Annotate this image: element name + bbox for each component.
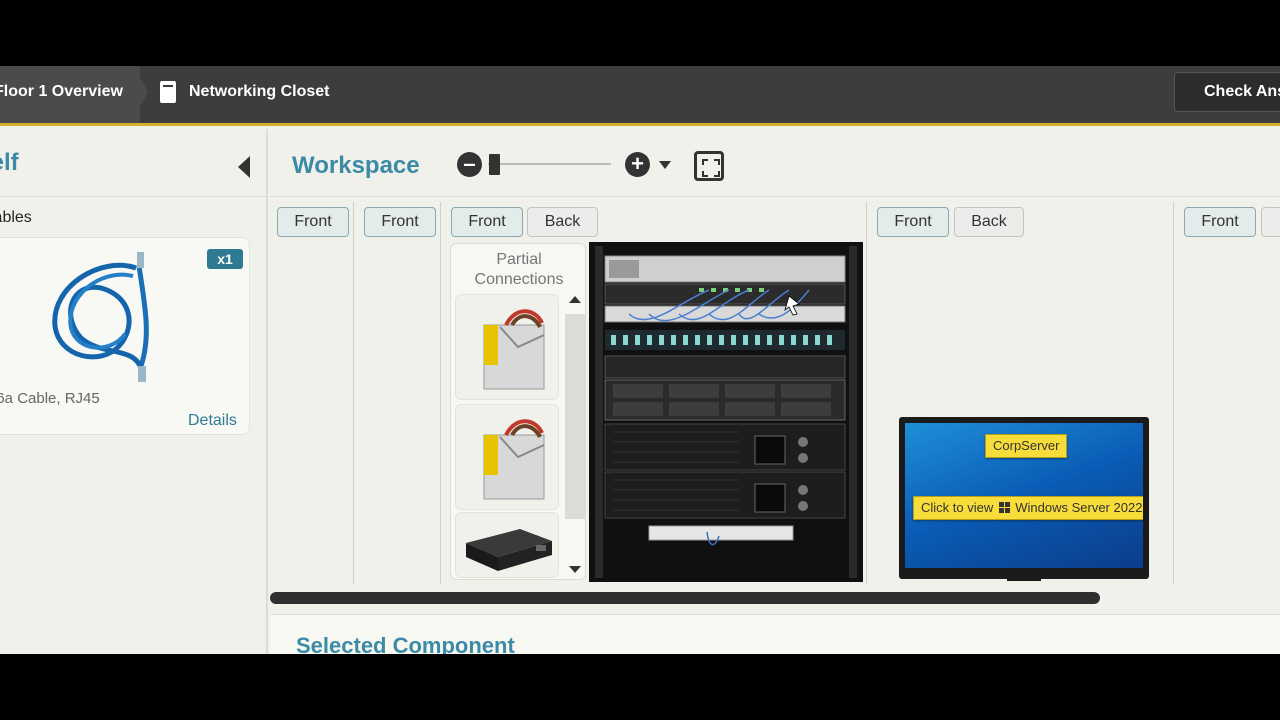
shelf-item-name: Cat6a Cable, RJ45 [0, 390, 100, 407]
partial-connections-title: Partial Connections [474, 251, 564, 288]
collapse-shelf-icon[interactable] [238, 156, 250, 178]
partial-connections-panel: Partial Connections [450, 243, 586, 580]
zoom-slider-thumb[interactable] [489, 154, 500, 175]
partial-connections-scrollbar[interactable] [564, 294, 586, 580]
os-name: Windows Server 2022 [1015, 500, 1143, 515]
back-view-button[interactable] [1261, 207, 1280, 237]
monitor-screen[interactable]: CorpServer Click to view Windows Server 2… [905, 423, 1143, 568]
hostname-tag[interactable]: CorpServer [985, 434, 1068, 458]
zoom-out-icon[interactable]: – [457, 152, 482, 177]
monitor-stand [1007, 577, 1041, 581]
front-view-button[interactable]: Front [877, 207, 949, 237]
windows-logo-icon [999, 502, 1011, 513]
scroll-track[interactable] [565, 314, 585, 519]
shelf-item-card[interactable]: x1 Cat6a Cable, RJ45 Details [0, 237, 250, 435]
server-icon [160, 81, 176, 103]
back-view-button[interactable]: Back [527, 207, 598, 237]
details-link[interactable]: Details [188, 412, 237, 430]
selected-component-panel: Selected Component [270, 614, 1280, 654]
front-view-button[interactable]: Front [364, 207, 436, 237]
breadcrumb-closet[interactable]: Networking Closet [160, 66, 329, 118]
column-divider [440, 202, 441, 584]
workspace-header: Workspace – + [270, 129, 1280, 197]
server-rack[interactable] [589, 242, 863, 582]
check-answer-button[interactable]: Check Answer [1174, 72, 1280, 112]
item-count-badge: x1 [207, 249, 243, 269]
column-divider [353, 202, 354, 584]
front-view-button[interactable]: Front [1184, 207, 1256, 237]
shelf-panel: Shelf Cables x1 Cat6a Cable, RJ45 Detail… [0, 129, 268, 654]
top-nav: Floor 1 Overview Networking Closet Check… [0, 66, 1280, 126]
zoom-in-icon[interactable]: + [625, 152, 650, 177]
breadcrumb-floor[interactable]: Floor 1 Overview [0, 66, 140, 123]
os-view-tag[interactable]: Click to view Windows Server 2022 [913, 496, 1143, 520]
app-window: Floor 1 Overview Networking Closet Check… [0, 66, 1280, 654]
shelf-category: Cables [0, 209, 32, 226]
fit-to-screen-icon[interactable] [694, 151, 724, 181]
breadcrumb-floor-label: Floor 1 Overview [0, 83, 123, 100]
column-divider [1173, 202, 1174, 584]
front-view-button[interactable]: Front [451, 207, 523, 237]
workspace-title: Workspace [292, 152, 420, 179]
workspace-canvas: Front Front Front Back Front Back Front … [270, 198, 1280, 586]
workspace-horizontal-scrollbar[interactable] [270, 592, 1100, 604]
server-monitor[interactable]: CorpServer Click to view Windows Server 2… [899, 417, 1149, 581]
ethernet-cable-icon [52, 252, 149, 382]
scroll-down-icon[interactable] [569, 566, 581, 573]
shelf-title: Shelf [0, 149, 19, 176]
zoom-slider-track[interactable] [488, 163, 611, 165]
ups-unit-item[interactable] [455, 512, 559, 578]
column-divider [866, 202, 867, 584]
front-view-button[interactable]: Front [277, 207, 349, 237]
ups-unit-icon [466, 529, 552, 571]
power-supply-icon [483, 419, 545, 500]
power-supply-item[interactable] [455, 404, 559, 510]
os-view-prefix: Click to view [921, 500, 994, 515]
screen-frame: Floor 1 Overview Networking Closet Check… [0, 0, 1280, 720]
chevron-down-icon[interactable] [659, 161, 671, 169]
scroll-up-icon[interactable] [569, 296, 581, 303]
breadcrumb-closet-label: Networking Closet [189, 83, 330, 100]
back-view-button[interactable]: Back [954, 207, 1024, 237]
power-supply-icon [483, 309, 545, 390]
shelf-header: Shelf [0, 129, 268, 197]
power-supply-item[interactable] [455, 294, 559, 400]
breadcrumb-separator [134, 66, 148, 118]
selected-component-title: Selected Component [296, 633, 515, 654]
